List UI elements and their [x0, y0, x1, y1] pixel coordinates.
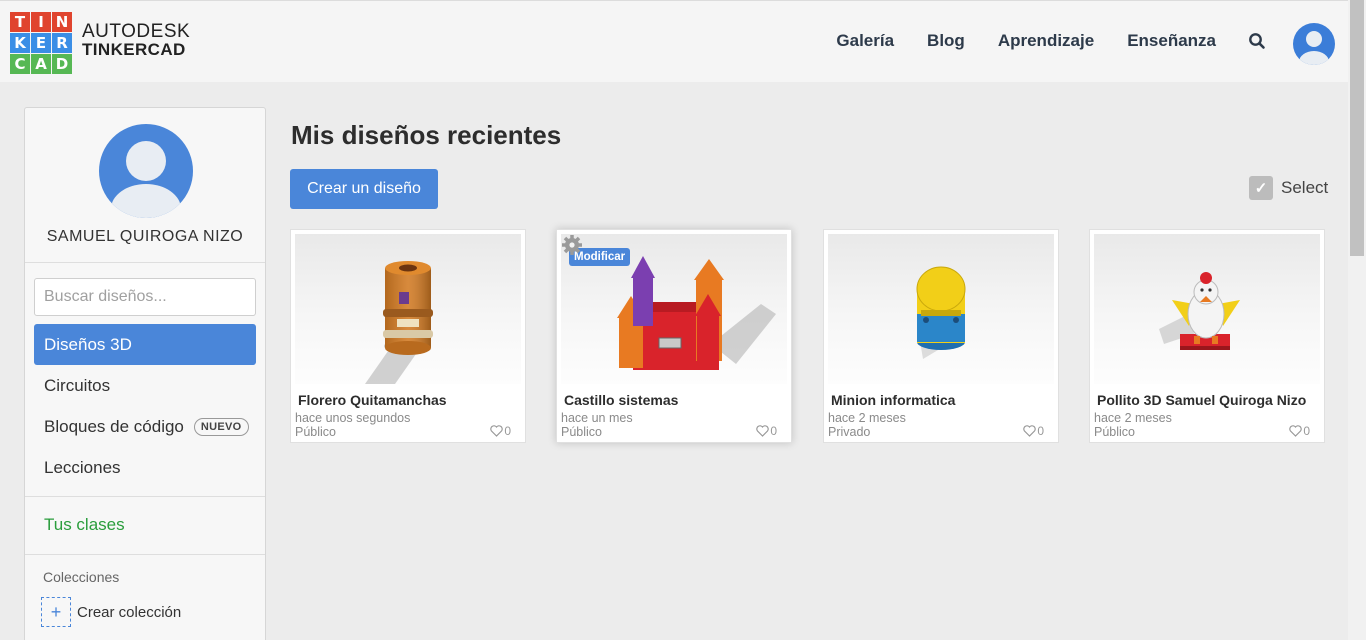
design-visibility: Privado	[828, 425, 871, 439]
divider	[25, 496, 265, 497]
create-design-button[interactable]: Crear un diseño	[290, 169, 438, 209]
select-toggle[interactable]: ✓ Select	[1249, 176, 1328, 200]
sidebar-item-disenos-3d[interactable]: Diseños 3D	[34, 324, 256, 365]
tinkercad-logo[interactable]: T I N K E R C A D	[10, 12, 72, 74]
likes-counter[interactable]: 0	[1023, 424, 1044, 438]
sidebar-item-label: Lecciones	[44, 457, 121, 477]
divider	[25, 554, 265, 555]
scrollbar-thumb[interactable]	[1350, 0, 1364, 256]
logo-letter: K	[10, 33, 30, 53]
design-title[interactable]: Minion informatica	[831, 392, 955, 408]
design-time: hace 2 meses	[1094, 411, 1172, 425]
design-card[interactable]: Florero Quitamanchas hace unos segundos …	[290, 229, 526, 443]
create-collection-label: Crear colección	[77, 603, 182, 621]
brand-wordmark[interactable]: AUTODESK TINKERCAD	[82, 21, 191, 59]
sidebar-item-label: Diseños 3D	[44, 334, 132, 354]
sidebar-item-label: Circuitos	[44, 375, 111, 395]
likes-count: 0	[1037, 424, 1044, 438]
checkbox-icon[interactable]: ✓	[1249, 176, 1273, 200]
sidebar-item-label: Bloques de código	[44, 416, 184, 436]
page-scrollbar[interactable]	[1348, 0, 1366, 640]
likes-counter[interactable]: 0	[1289, 424, 1310, 438]
design-title[interactable]: Pollito 3D Samuel Quiroga Nizo	[1097, 392, 1306, 408]
collections-heading: Colecciones	[43, 569, 120, 585]
logo-letter: D	[52, 54, 72, 74]
sidebar: SAMUEL QUIROGA NIZO Diseños 3D Circuitos…	[24, 107, 266, 640]
create-collection-button[interactable]: + Crear colección	[41, 597, 181, 627]
brand-line-autodesk: AUTODESK	[82, 21, 191, 42]
design-visibility: Público	[1094, 425, 1135, 439]
search-designs-input[interactable]	[34, 278, 256, 316]
design-card[interactable]: Minion informatica hace 2 meses Privado …	[823, 229, 1059, 443]
likes-counter[interactable]: 0	[756, 424, 777, 438]
page-title: Mis diseños recientes	[291, 120, 562, 150]
sidebar-item-circuitos[interactable]: Circuitos	[34, 365, 256, 406]
sidebar-item-bloques-de-codigo[interactable]: Bloques de código NUEVO	[34, 406, 256, 447]
search-icon[interactable]	[1248, 32, 1266, 50]
logo-letter: R	[52, 33, 72, 53]
select-label: Select	[1281, 178, 1329, 197]
profile-avatar-icon[interactable]	[99, 124, 193, 218]
user-avatar-icon[interactable]	[1293, 23, 1335, 65]
heart-icon	[490, 425, 504, 437]
logo-letter: N	[52, 12, 72, 32]
design-time: hace un mes	[561, 411, 633, 425]
your-classes-link[interactable]: Tus clases	[44, 515, 125, 535]
design-card[interactable]: Modificar Castillo sistemas hace un mes …	[556, 229, 792, 443]
logo-letter: A	[31, 54, 51, 74]
plus-icon: +	[41, 597, 71, 627]
design-title[interactable]: Castillo sistemas	[564, 392, 678, 408]
design-time: hace unos segundos	[295, 411, 411, 425]
likes-count: 0	[770, 424, 777, 438]
likes-count: 0	[1303, 424, 1310, 438]
gear-icon[interactable]	[561, 234, 583, 256]
design-thumbnail[interactable]	[828, 234, 1054, 384]
design-thumbnail[interactable]	[1094, 234, 1320, 384]
logo-letter: E	[31, 33, 51, 53]
heart-icon	[1289, 425, 1303, 437]
likes-counter[interactable]: 0	[490, 424, 511, 438]
design-thumbnail[interactable]: Modificar	[561, 234, 787, 384]
logo-letter: I	[31, 12, 51, 32]
design-visibility: Público	[561, 425, 602, 439]
logo-letter: T	[10, 12, 30, 32]
logo-letter: C	[10, 54, 30, 74]
divider	[25, 262, 265, 263]
main-nav: Galería Blog Aprendizaje Enseñanza	[836, 31, 1266, 51]
design-visibility: Público	[295, 425, 336, 439]
design-title[interactable]: Florero Quitamanchas	[298, 392, 447, 408]
heart-icon	[756, 425, 770, 437]
likes-count: 0	[504, 424, 511, 438]
username: SAMUEL QUIROGA NIZO	[46, 228, 244, 245]
new-badge: NUEVO	[193, 417, 249, 436]
design-thumbnail[interactable]	[295, 234, 521, 384]
nav-aprendizaje[interactable]: Aprendizaje	[998, 31, 1094, 51]
design-time: hace 2 meses	[828, 411, 906, 425]
nav-ensenanza[interactable]: Enseñanza	[1127, 31, 1216, 51]
nav-galeria[interactable]: Galería	[836, 31, 894, 51]
design-card[interactable]: Pollito 3D Samuel Quiroga Nizo hace 2 me…	[1089, 229, 1325, 443]
sidebar-item-lecciones[interactable]: Lecciones	[34, 447, 256, 488]
brand-line-tinkercad: TINKERCAD	[82, 40, 186, 59]
nav-blog[interactable]: Blog	[927, 31, 965, 51]
top-header: T I N K E R C A D AUTODESK TINKERCAD Gal…	[0, 0, 1348, 82]
heart-icon	[1023, 425, 1037, 437]
